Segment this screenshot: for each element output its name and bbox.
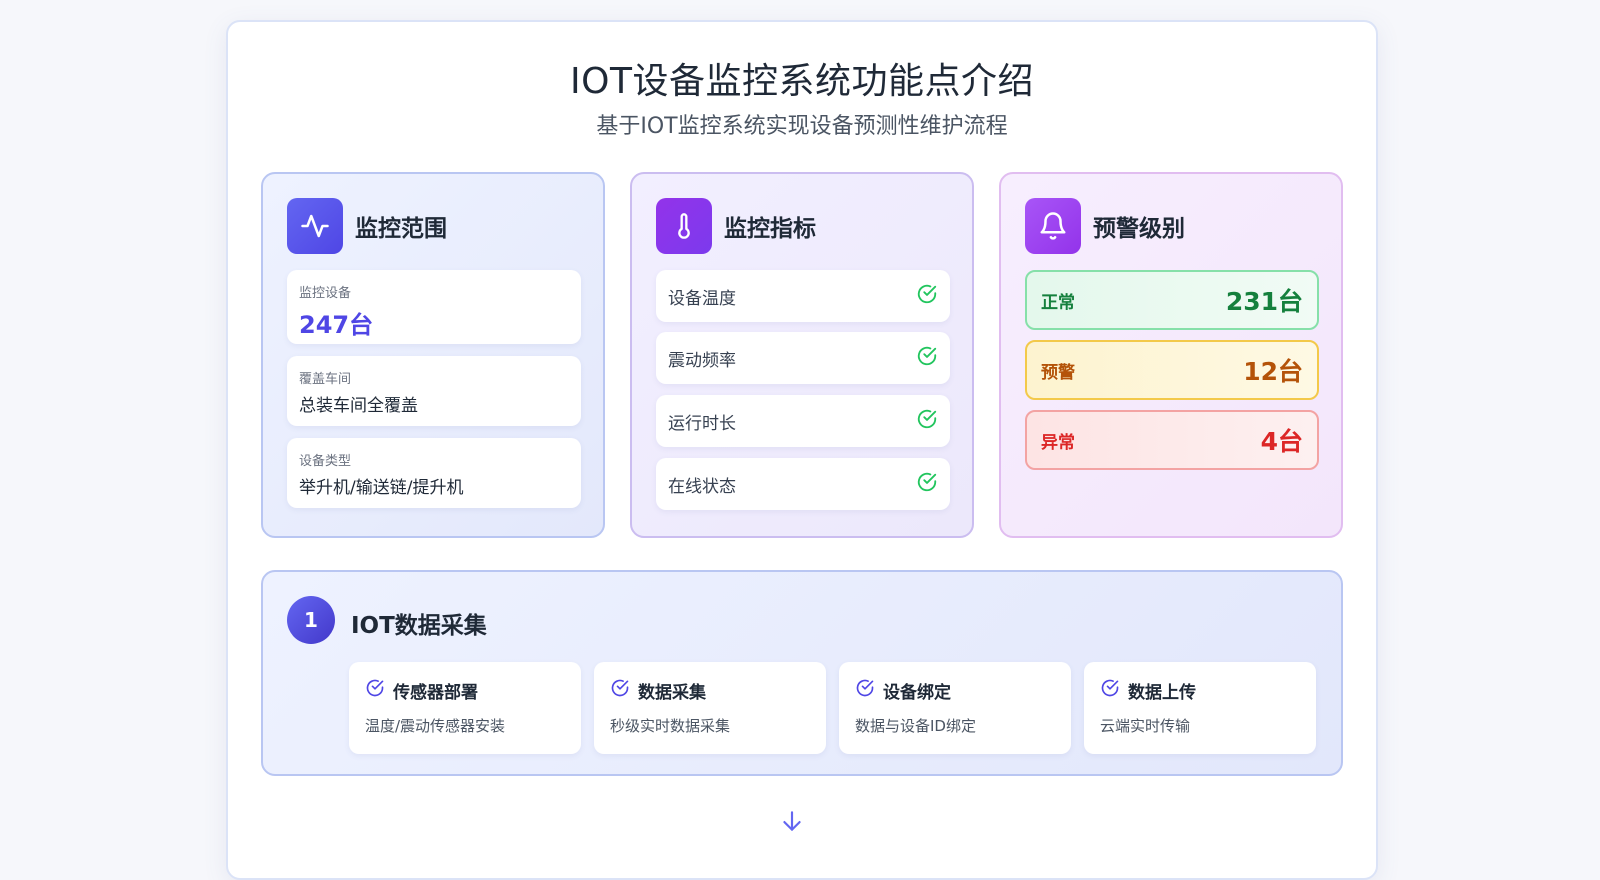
metric-item: 运行时长 — [656, 395, 950, 447]
metrics-card: 监控指标 设备温度 震动频率 运行时长 在线状态 — [630, 172, 974, 538]
stage-step: 设备绑定 数据与设备ID绑定 — [839, 662, 1071, 754]
thermometer-icon — [656, 198, 712, 254]
level-name: 正常 — [1041, 292, 1075, 313]
scope-devices-item: 监控设备 247台 — [287, 270, 581, 344]
step-desc: 数据与设备ID绑定 — [855, 717, 976, 735]
page-title: IOT设备监控系统功能点介绍 — [570, 61, 1034, 102]
alert-card: 预警级别 正常 231台 预警 12台 异常 4台 — [999, 172, 1343, 538]
stage-step: 传感器部署 温度/震动传感器安装 — [349, 662, 581, 754]
stage-number-badge: 1 — [287, 596, 335, 644]
alert-level-normal: 正常 231台 — [1025, 270, 1319, 330]
check-circle-icon — [855, 678, 883, 703]
scope-card-header: 监控范围 — [287, 198, 447, 254]
metric-item: 设备温度 — [656, 270, 950, 322]
bell-icon — [1025, 198, 1081, 254]
metric-label: 在线状态 — [668, 476, 736, 497]
step-title: 数据上传 — [1128, 683, 1196, 703]
scope-item-label: 设备类型 — [299, 454, 352, 469]
metric-label: 震动频率 — [668, 350, 736, 371]
level-name: 预警 — [1041, 362, 1075, 383]
scope-item-value: 举升机/输送链/提升机 — [299, 478, 464, 498]
stage-title: IOT数据采集 — [351, 613, 487, 639]
alert-card-title: 预警级别 — [1093, 216, 1185, 242]
scope-item-label: 监控设备 — [299, 286, 352, 301]
check-circle-icon — [916, 471, 938, 498]
check-circle-icon — [610, 678, 638, 703]
stage-data-collection: 1 IOT数据采集 传感器部署 温度/震动传感器安装 数据采集 秒级实时数据采集… — [261, 570, 1343, 776]
scope-card-title: 监控范围 — [355, 216, 447, 242]
alert-card-header: 预警级别 — [1025, 198, 1185, 254]
main-panel: IOT设备监控系统功能点介绍 基于IOT监控系统实现设备预测性维护流程 监控范围… — [226, 20, 1378, 880]
level-count: 4台 — [1260, 427, 1303, 456]
arrow-down-icon — [779, 808, 805, 838]
metric-label: 运行时长 — [668, 413, 736, 434]
metrics-card-title: 监控指标 — [724, 216, 816, 242]
check-circle-icon — [916, 408, 938, 435]
scope-item-value: 247台 — [299, 311, 374, 339]
step-desc: 云端实时传输 — [1100, 717, 1191, 735]
scope-item-value: 总装车间全覆盖 — [299, 396, 418, 416]
activity-icon — [287, 198, 343, 254]
check-circle-icon — [916, 345, 938, 372]
stage-step: 数据采集 秒级实时数据采集 — [594, 662, 826, 754]
stage-step: 数据上传 云端实时传输 — [1084, 662, 1316, 754]
scope-item-label: 覆盖车间 — [299, 372, 352, 387]
check-circle-icon — [1100, 678, 1128, 703]
level-count: 12台 — [1243, 357, 1303, 386]
scope-type-item: 设备类型 举升机/输送链/提升机 — [287, 438, 581, 508]
page-subtitle: 基于IOT监控系统实现设备预测性维护流程 — [596, 114, 1008, 139]
check-circle-icon — [365, 678, 393, 703]
scope-workshop-item: 覆盖车间 总装车间全覆盖 — [287, 356, 581, 426]
level-name: 异常 — [1041, 432, 1075, 453]
metric-item: 在线状态 — [656, 458, 950, 510]
metric-label: 设备温度 — [668, 288, 736, 309]
metric-item: 震动频率 — [656, 332, 950, 384]
step-title: 设备绑定 — [883, 683, 951, 703]
step-title: 数据采集 — [638, 683, 706, 703]
alert-level-abnormal: 异常 4台 — [1025, 410, 1319, 470]
metrics-card-header: 监控指标 — [656, 198, 816, 254]
alert-level-warning: 预警 12台 — [1025, 340, 1319, 400]
check-circle-icon — [916, 283, 938, 310]
scope-card: 监控范围 监控设备 247台 覆盖车间 总装车间全覆盖 设备类型 举升机/输送链… — [261, 172, 605, 538]
level-count: 231台 — [1225, 287, 1303, 316]
step-desc: 秒级实时数据采集 — [610, 717, 731, 735]
step-desc: 温度/震动传感器安装 — [365, 717, 506, 735]
step-title: 传感器部署 — [393, 683, 478, 703]
